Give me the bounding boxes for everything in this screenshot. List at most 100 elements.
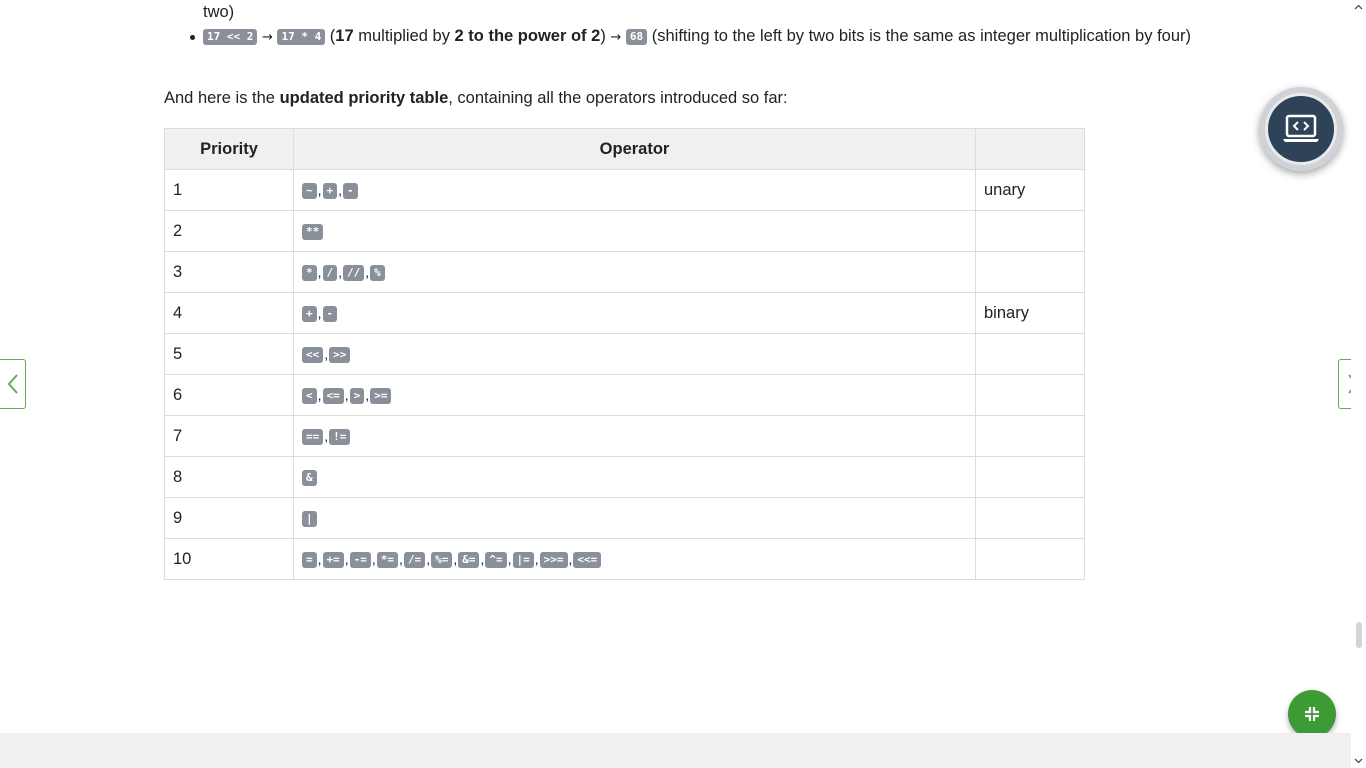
operator-separator: , (344, 550, 349, 567)
sandbox-button[interactable] (1259, 87, 1343, 171)
operator-code: += (322, 551, 344, 568)
note-cell (975, 374, 1085, 416)
table-row: 9 | (164, 497, 1085, 539)
priority-cell: 3 (164, 251, 294, 293)
operator-code: // (343, 264, 365, 281)
operator-separator: , (426, 550, 431, 567)
intro-bold: updated priority table (279, 89, 449, 107)
note-cell (975, 538, 1085, 580)
priority-cell: 4 (164, 292, 294, 334)
note-cell: unary (975, 169, 1085, 211)
bullet-list: two) 17 << 2 → 17 * 4 (17 multiplied by … (164, 0, 1194, 50)
operator-cell: +, - (293, 292, 976, 334)
operator-code: + (302, 305, 317, 322)
list-item: two) (203, 0, 1194, 24)
table-row: 8 & (164, 456, 1085, 498)
priority-cell: 9 (164, 497, 294, 539)
operator-code: *= (376, 551, 399, 568)
collapse-icon (1305, 707, 1319, 721)
header-note (975, 128, 1085, 170)
operator-code: < (302, 387, 317, 404)
operator-separator: , (399, 550, 403, 567)
footer-bar (0, 733, 1351, 768)
operator-code: + (322, 182, 338, 199)
operator-separator: , (317, 304, 322, 321)
operator-separator: , (534, 550, 539, 567)
operator-separator: , (324, 345, 329, 362)
operator-code: >> (329, 346, 351, 363)
code-snippet: 17 << 2 (203, 29, 258, 45)
operator-cell: =, +=, -=, *=,/=, %=, &=, ^=, |=, >>=, <<= (293, 538, 976, 580)
operator-separator: , (317, 181, 322, 198)
operator-code: > (349, 387, 365, 404)
table-row: 7 ==, != (164, 415, 1085, 457)
operator-code: &= (458, 551, 480, 568)
scrollbar[interactable] (1351, 0, 1366, 768)
intro-suffix: , containing all the operators introduce… (448, 89, 788, 107)
operator-separator: , (480, 550, 485, 567)
operator-cell: ** (293, 210, 976, 252)
lesson-content: two) 17 << 2 → 17 * 4 (17 multiplied by … (164, 0, 1194, 50)
table-row: 4 +, - binary (164, 292, 1085, 334)
note-cell (975, 456, 1085, 498)
operator-code: <= (322, 387, 344, 404)
operator-code: ~ (302, 182, 317, 199)
priority-cell: 7 (164, 415, 294, 457)
priority-cell: 2 (164, 210, 294, 252)
operator-code: ** (302, 223, 324, 240)
operator-separator: , (324, 427, 329, 444)
operator-code: / (322, 264, 338, 281)
table-row: 5 <<, >> (164, 333, 1085, 375)
scrollbar-thumb[interactable] (1356, 622, 1362, 648)
operator-separator: , (317, 550, 322, 567)
laptop-code-icon (1283, 114, 1319, 142)
operator-code: %= (431, 551, 453, 568)
operator-code: /= (403, 551, 426, 568)
operator-code: != (329, 428, 351, 445)
note-cell (975, 251, 1085, 293)
table-intro: And here is the updated priority table, … (164, 86, 788, 110)
note-cell: binary (975, 292, 1085, 334)
operator-code: = (302, 551, 317, 568)
operator-code: - (343, 182, 358, 199)
note-cell (975, 497, 1085, 539)
table-row: 2 ** (164, 210, 1085, 252)
note-cell (975, 333, 1085, 375)
operator-code: << (302, 346, 324, 363)
scroll-down-icon[interactable] (1354, 756, 1363, 765)
text-multiplied: multiplied by (353, 27, 455, 45)
scroll-up-icon[interactable] (1354, 3, 1363, 12)
operator-code: & (302, 469, 317, 486)
table-row: 10 =, +=, -=, *=,/=, %=, &=, ^=, |=, >>=, <<= (164, 538, 1085, 580)
priority-cell: 5 (164, 333, 294, 375)
header-priority: Priority (164, 128, 294, 170)
bullet-tail-text: two) (203, 3, 235, 21)
operator-code: -= (349, 551, 371, 568)
operator-cell: ~, +, - (293, 169, 976, 211)
operator-separator: , (365, 263, 370, 280)
operator-cell: ==, != (293, 415, 976, 457)
operator-cell: | (293, 497, 976, 539)
arrow-icon: → (610, 30, 622, 45)
operator-separator: , (371, 550, 376, 567)
operator-code: >>= (539, 551, 568, 568)
operator-separator: , (338, 263, 343, 280)
priority-cell: 10 (164, 538, 294, 580)
intro-prefix: And here is the (164, 89, 280, 107)
priority-cell: 6 (164, 374, 294, 416)
collapse-button[interactable] (1288, 690, 1336, 738)
operator-separator: , (365, 386, 370, 403)
code-snippet: 17 * 4 (277, 29, 326, 45)
operator-code: <<= (573, 551, 602, 568)
operator-separator: , (568, 550, 573, 567)
operator-cell: & (293, 456, 976, 498)
list-item: 17 << 2 → 17 * 4 (17 multiplied by 2 to … (190, 24, 1194, 50)
table-row: 3 *, /,//,% (164, 251, 1085, 293)
operator-separator: , (507, 550, 512, 567)
note-cell (975, 415, 1085, 457)
table-header-row: Priority Operator (164, 128, 1085, 170)
operator-separator: , (344, 386, 349, 403)
table-body: 1 ~, +, - unary 2 ** 3 *, /,//,% 4 +, - binary 5 <<, >> 6… (164, 169, 1085, 580)
priority-table: Priority Operator 1 ~, +, - unary 2 ** 3 *, /,//,… (164, 128, 1085, 580)
prev-page-button[interactable] (0, 359, 26, 409)
